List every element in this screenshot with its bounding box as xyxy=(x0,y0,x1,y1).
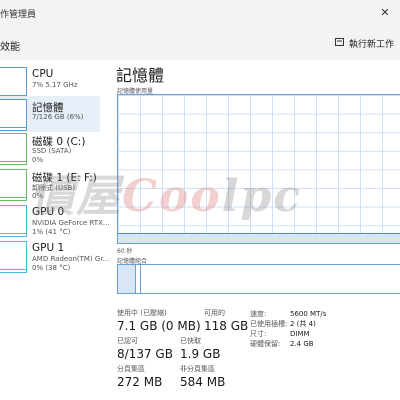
close-icon[interactable]: ✕ xyxy=(376,4,394,22)
stat-value: 584 MB xyxy=(180,375,226,389)
sidebar-item-sub: AMD Radeon(TM) Gr... xyxy=(32,255,110,263)
detail-value: 2 (共 4) xyxy=(290,320,316,328)
disk-1-thumbnail xyxy=(0,169,27,201)
stat-label: 已認可 xyxy=(117,337,138,345)
title-bar: 作管理員 ✕ xyxy=(0,0,400,28)
new-task-icon xyxy=(334,37,345,50)
stat-value: 118 GB xyxy=(204,319,249,333)
sidebar-item-sub: NVIDIA GeForce RTX... xyxy=(32,219,110,227)
composition-divider xyxy=(139,265,141,293)
stat-committed: 已認可 8/137 GB xyxy=(117,336,173,361)
stat-in-use: 使用中 (已壓縮) 7.1 GB (0 MB) xyxy=(117,308,201,333)
stat-label: 可用的 xyxy=(204,309,225,317)
toolbar: 效能 執行新工作 xyxy=(0,28,400,60)
stat-label: 使用中 (已壓縮) xyxy=(117,309,167,317)
detail-slots-used: 已使用插槽: 2 (共 4) xyxy=(250,319,316,329)
sidebar-item-sub2: 1% (41 °C) xyxy=(32,228,71,236)
sidebar: CPU 7% 5.17 GHz 記憶體 7/126 GB (6%) 磁碟 0 (… xyxy=(0,60,110,400)
sidebar-item-cpu[interactable]: CPU 7% 5.17 GHz xyxy=(0,64,100,100)
graph-time-axis-label: 60 秒 xyxy=(117,248,133,255)
detail-key: 速度: xyxy=(250,310,267,318)
stat-label: 分頁集區 xyxy=(117,365,145,373)
sidebar-item-gpu-1[interactable]: GPU 1 AMD Radeon(TM) Gr... 0% (38 °C) xyxy=(0,238,109,274)
memory-panel: 記憶體 記憶體使用量 60 秒 記憶體組合 使用中 (已壓縮) 7.1 GB (… xyxy=(104,60,400,400)
cpu-thumbnail xyxy=(0,67,27,99)
sidebar-item-disk-1[interactable]: 磁碟 1 (E: F:) 卸除式 (USB) 0% xyxy=(0,166,100,202)
stat-value: 1.9 GB xyxy=(180,347,221,361)
sidebar-item-label: GPU 0 xyxy=(32,206,65,218)
section-label: 效能 xyxy=(0,42,20,53)
sidebar-item-memory[interactable]: 記憶體 7/126 GB (6%) xyxy=(0,96,100,132)
gpu-0-thumbnail xyxy=(0,205,27,237)
stat-label: 已快取 xyxy=(180,337,201,345)
stat-value: 7.1 GB (0 MB) xyxy=(117,319,201,333)
detail-form-factor: 尺寸: DIMM xyxy=(250,329,310,339)
run-new-task-button[interactable]: 執行新工作 xyxy=(334,37,394,50)
stat-value: 272 MB xyxy=(117,375,163,389)
run-new-task-label: 執行新工作 xyxy=(348,40,394,50)
detail-value: 2.4 GB xyxy=(290,340,314,348)
detail-key: 已使用插槽: xyxy=(250,320,288,328)
detail-hardware-reserved: 硬體保留: 2.4 GB xyxy=(250,339,314,349)
sidebar-item-label: GPU 1 xyxy=(32,242,65,254)
composition-in-use-segment xyxy=(118,265,137,293)
detail-value: DIMM xyxy=(290,330,310,338)
stat-paged-pool: 分頁集區 272 MB xyxy=(117,364,162,389)
sidebar-item-sub2: 0% (38 °C) xyxy=(32,264,71,272)
sidebar-item-sub: SSD (SATA) xyxy=(32,147,72,155)
page-title: 記憶體 xyxy=(116,66,165,85)
gpu-1-thumbnail xyxy=(0,241,27,273)
memory-usage-graph xyxy=(117,94,400,244)
memory-usage-fill xyxy=(118,233,400,243)
detail-key: 硬體保留: xyxy=(250,340,281,348)
sidebar-item-sub2: 0% xyxy=(32,192,44,200)
stat-cached: 已快取 1.9 GB xyxy=(180,336,220,361)
sidebar-item-sub: 7/126 GB (6%) xyxy=(32,113,84,121)
stat-label: 非分頁集區 xyxy=(180,365,215,373)
stat-nonpaged-pool: 非分頁集區 584 MB xyxy=(180,364,225,389)
sidebar-item-gpu-0[interactable]: GPU 0 NVIDIA GeForce RTX... 1% (41 °C) xyxy=(0,202,110,238)
disk-0-thumbnail xyxy=(0,133,27,165)
sidebar-item-sub2: 0% xyxy=(32,156,44,164)
memory-composition-bar xyxy=(117,264,400,294)
stat-value: 8/137 GB xyxy=(117,347,173,361)
window-title: 作管理員 xyxy=(0,10,37,20)
sidebar-item-disk-0[interactable]: 磁碟 0 (C:) SSD (SATA) 0% xyxy=(0,130,100,166)
detail-key: 尺寸: xyxy=(250,330,267,338)
stat-available: 可用的 118 GB xyxy=(204,308,248,333)
memory-thumbnail xyxy=(0,99,27,131)
sidebar-item-label: CPU xyxy=(32,68,54,80)
detail-speed: 速度: 5600 MT/s xyxy=(250,309,326,319)
detail-value: 5600 MT/s xyxy=(290,310,327,318)
sidebar-item-sub: 7% 5.17 GHz xyxy=(32,81,78,89)
